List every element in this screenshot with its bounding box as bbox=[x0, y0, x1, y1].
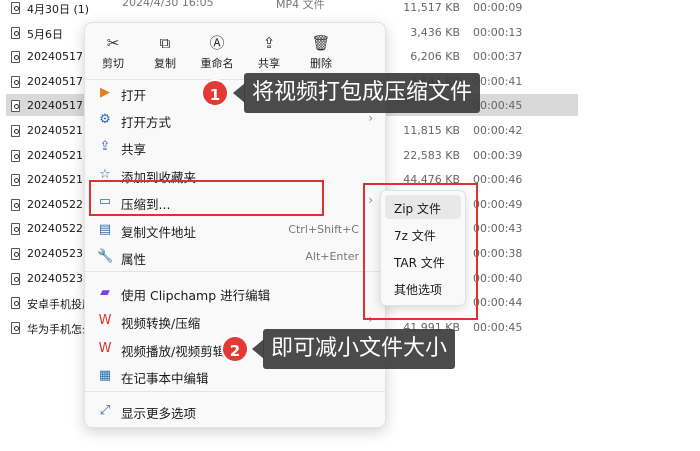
file-duration: 00:00:49 bbox=[473, 197, 523, 211]
file-name: 20240521 bbox=[27, 124, 83, 137]
file-duration: 00:00:46 bbox=[473, 173, 523, 187]
file-duration: 00:00:42 bbox=[473, 124, 523, 137]
video-file-icon bbox=[11, 321, 20, 334]
scissors-icon: ✂ bbox=[106, 34, 120, 52]
file-duration: 00:00:43 bbox=[473, 222, 523, 236]
notepad-icon: ▦ bbox=[98, 368, 112, 383]
file-duration: 00:00:13 bbox=[473, 25, 523, 39]
quick-action-share[interactable]: ⇪ 共享 bbox=[247, 33, 291, 71]
video-file-icon bbox=[11, 198, 20, 211]
video-file-icon bbox=[11, 248, 20, 260]
share-icon: ⇪ bbox=[99, 139, 111, 154]
menu-separator bbox=[85, 271, 385, 272]
menu-item-label: 共享 bbox=[121, 142, 147, 157]
file-name: 20240517 bbox=[27, 74, 83, 88]
menu-item-label: 打开方式 bbox=[121, 115, 172, 130]
play-icon: ▶ bbox=[100, 85, 110, 100]
menu-item-label: 在记事本中编辑 bbox=[121, 371, 209, 386]
file-duration: 00:00:44 bbox=[473, 296, 523, 310]
menu-item-label: 视频转换/压缩 bbox=[121, 316, 201, 331]
file-duration: 00:00:45 bbox=[473, 320, 523, 334]
trash-icon: 🗑 bbox=[311, 34, 331, 52]
menu-item-label: 使用 Clipchamp 进行编辑 bbox=[121, 288, 271, 303]
menu-item-label: 打开 bbox=[121, 88, 147, 103]
step-badge-2: 2 bbox=[221, 335, 249, 363]
wrench-icon: 🔧 bbox=[97, 249, 114, 264]
highlight-compress-to bbox=[89, 180, 324, 216]
copy-icon: ⧉ bbox=[159, 34, 171, 52]
quick-action-label: 删除 bbox=[310, 57, 332, 70]
menu-separator bbox=[85, 391, 385, 392]
file-name: 4月30日 (1) bbox=[27, 3, 90, 16]
menu-item-5[interactable]: ▤ 复制文件地址 Ctrl+Shift+C bbox=[85, 218, 385, 242]
quick-action-label: 复制 bbox=[154, 57, 176, 70]
quick-action-label: 共享 bbox=[258, 57, 280, 70]
quick-action-copy[interactable]: ⧉ 复制 bbox=[143, 33, 187, 71]
quick-action-rename[interactable]: Ⓐ 重命名 bbox=[195, 33, 239, 71]
file-name: 20240523 bbox=[27, 247, 83, 260]
file-size: 3,436 KB bbox=[410, 25, 460, 39]
menu-item-label: 复制文件地址 bbox=[121, 225, 197, 240]
callout-1: 将视频打包成压缩文件 bbox=[244, 73, 481, 113]
file-date: 2024/4/30 16:05 bbox=[122, 0, 214, 9]
menu-item-shortcut: Alt+Enter bbox=[305, 250, 359, 263]
callout-2: 即可减小文件大小 bbox=[263, 329, 456, 369]
file-row[interactable]: 4月30日 (1) 2024/4/30 16:05 MP4 文件 11,517 KB 0… bbox=[0, 0, 700, 21]
menu-item-7[interactable]: ▰ 使用 Clipchamp 进行编辑 bbox=[85, 281, 385, 305]
file-name: 20240521 bbox=[27, 148, 83, 162]
video-file-icon bbox=[11, 149, 20, 162]
video-file-icon bbox=[11, 125, 20, 137]
file-size: 22,583 KB bbox=[403, 148, 460, 162]
quick-action-trash[interactable]: 🗑 删除 bbox=[299, 33, 343, 71]
file-duration: 00:00:40 bbox=[473, 271, 523, 285]
file-duration: 00:00:37 bbox=[473, 50, 523, 64]
rename-icon: Ⓐ bbox=[209, 34, 225, 52]
menu-item-11[interactable]: ⤢ 显示更多选项 bbox=[85, 399, 385, 423]
menu-item-label: 视频播放/视频剪辑 bbox=[121, 344, 226, 359]
file-duration: 00:00:39 bbox=[473, 148, 523, 162]
wps-icon: W bbox=[98, 341, 112, 356]
open-with-icon: ⚙ bbox=[99, 112, 111, 127]
quick-action-scissors[interactable]: ✂ 剪切 bbox=[91, 33, 135, 71]
file-duration: 00:00:41 bbox=[473, 74, 523, 88]
quick-action-label: 重命名 bbox=[200, 57, 234, 70]
video-file-icon bbox=[11, 2, 20, 14]
video-file-icon bbox=[11, 223, 20, 236]
file-name: 20240517 bbox=[27, 50, 83, 64]
file-size: 11,517 KB bbox=[403, 1, 460, 14]
file-duration: 00:00:09 bbox=[473, 1, 523, 14]
file-size: 11,815 KB bbox=[403, 124, 460, 137]
video-file-icon bbox=[11, 51, 20, 64]
menu-item-6[interactable]: 🔧 属性 Alt+Enter bbox=[85, 245, 385, 269]
file-name: 20240522 bbox=[27, 222, 83, 236]
step-badge-1: 1 bbox=[201, 79, 229, 107]
menu-item-shortcut: Ctrl+Shift+C bbox=[288, 223, 359, 236]
quick-action-label: 剪切 bbox=[102, 57, 124, 70]
file-type: MP4 文件 bbox=[276, 0, 325, 11]
video-file-icon bbox=[11, 272, 20, 285]
file-duration: 00:00:45 bbox=[473, 99, 523, 113]
menu-item-2[interactable]: ⇪ 共享 bbox=[85, 135, 385, 159]
chevron-right-icon: › bbox=[368, 111, 373, 125]
file-duration: 00:00:38 bbox=[473, 247, 523, 260]
video-file-icon bbox=[11, 26, 20, 39]
file-name: 20240517 bbox=[27, 99, 83, 113]
video-file-icon bbox=[11, 174, 20, 187]
file-size: 6,206 KB bbox=[410, 50, 460, 64]
more-options-icon: ⤢ bbox=[99, 403, 111, 418]
clipchamp-icon: ▰ bbox=[100, 285, 110, 300]
video-file-icon bbox=[11, 100, 20, 113]
share-icon: ⇪ bbox=[262, 34, 276, 52]
highlight-submenu bbox=[363, 183, 478, 320]
video-file-icon bbox=[11, 297, 20, 310]
file-name: 20240522 bbox=[27, 197, 83, 211]
file-name: 5月6日 bbox=[27, 27, 63, 41]
file-name: 20240521 bbox=[27, 173, 83, 187]
path-icon: ▤ bbox=[98, 222, 112, 237]
video-file-icon bbox=[11, 75, 20, 88]
wps-icon: W bbox=[98, 313, 112, 328]
menu-item-label: 属性 bbox=[121, 252, 147, 267]
file-name: 20240523 bbox=[27, 271, 83, 285]
menu-item-label: 显示更多选项 bbox=[121, 406, 197, 421]
